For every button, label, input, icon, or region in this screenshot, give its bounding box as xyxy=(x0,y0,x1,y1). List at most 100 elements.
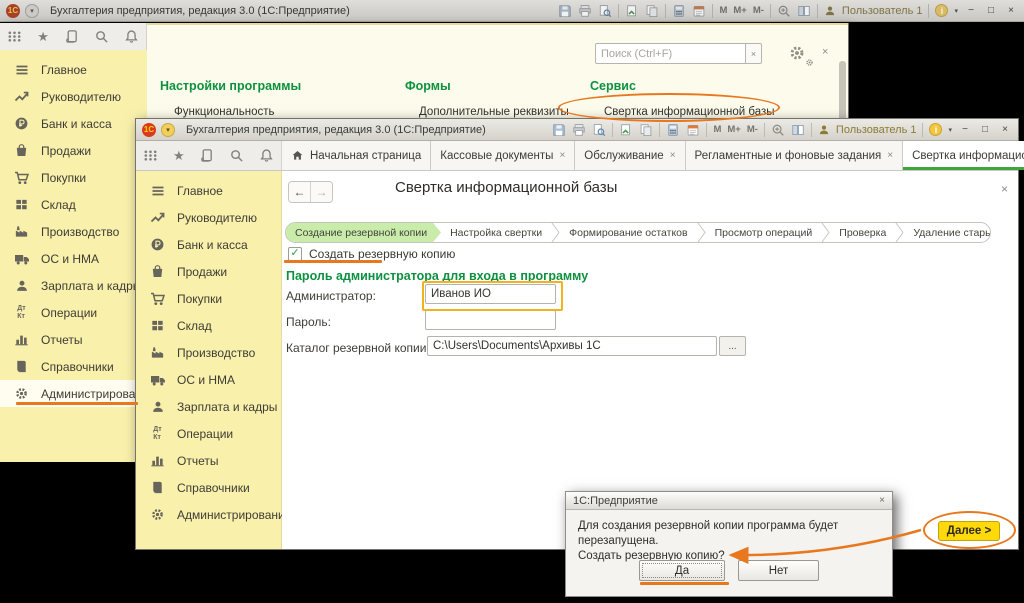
info-icon[interactable]: i xyxy=(929,123,942,136)
print-icon[interactable] xyxy=(572,123,586,137)
tab-database-compression[interactable]: Свертка информационной базы × xyxy=(903,141,1024,170)
no-button[interactable]: Нет xyxy=(738,560,819,581)
sidebar-item-os-i-nma[interactable]: ОС и НМА xyxy=(136,366,281,393)
memory-minus-button[interactable]: M- xyxy=(747,124,758,135)
main-menu-button[interactable]: ▾ xyxy=(161,123,175,137)
calendar-icon[interactable] xyxy=(686,123,700,137)
memory-plus-button[interactable]: M+ xyxy=(727,124,740,135)
page-close-icon[interactable]: × xyxy=(1001,182,1008,196)
search-clear-icon[interactable]: × xyxy=(745,43,762,64)
zoom-icon[interactable] xyxy=(771,123,785,137)
save-icon[interactable] xyxy=(558,4,572,18)
link-database-compression[interactable]: Свертка информационной базы xyxy=(590,106,775,118)
sidebar-item-glavnoe[interactable]: Главное xyxy=(136,177,281,204)
copy-document-icon[interactable] xyxy=(639,123,653,137)
sidebar-item-pokupki[interactable]: Покупки xyxy=(136,285,281,312)
sidebar-item-bank-i-kassa[interactable]: Банк и касса xyxy=(0,110,147,137)
administrator-input[interactable] xyxy=(425,284,556,304)
search-input[interactable] xyxy=(595,43,745,64)
sidebar-item-prodazhi[interactable]: Продажи xyxy=(136,258,281,285)
close-button[interactable]: × xyxy=(998,124,1012,135)
panel-settings-gear-icon[interactable] xyxy=(788,44,814,67)
panel-close-icon[interactable]: × xyxy=(822,46,828,58)
menu-grid-icon[interactable] xyxy=(143,148,158,163)
notifications-icon[interactable] xyxy=(259,148,274,163)
sidebar-item-otchety[interactable]: Отчеты xyxy=(136,447,281,474)
sidebar-item-sklad[interactable]: Склад xyxy=(0,191,147,218)
back-button[interactable]: ← xyxy=(289,182,310,202)
copy-document-icon[interactable] xyxy=(645,4,659,18)
yes-button[interactable]: Да xyxy=(639,560,725,581)
sidebar-item-rukovoditelyu[interactable]: Руководителю xyxy=(0,83,147,110)
minimize-button[interactable]: − xyxy=(958,124,972,135)
backup-checkbox[interactable]: ✓ xyxy=(288,247,302,261)
sidebar-item-os-i-nma[interactable]: ОС и НМА xyxy=(0,245,147,272)
search-icon[interactable] xyxy=(94,29,109,44)
info-icon[interactable]: i xyxy=(935,4,948,17)
print-preview-icon[interactable] xyxy=(592,123,606,137)
memory-plus-button[interactable]: M+ xyxy=(733,5,746,16)
memory-minus-button[interactable]: M- xyxy=(753,5,764,16)
history-icon[interactable] xyxy=(64,29,79,44)
sidebar-item-operacii[interactable]: ДтКтОперации xyxy=(136,420,281,447)
zoom-icon[interactable] xyxy=(777,4,791,18)
sidebar-item-bank-i-kassa[interactable]: Банк и касса xyxy=(136,231,281,258)
history-icon[interactable] xyxy=(199,148,214,163)
notifications-icon[interactable] xyxy=(124,29,139,44)
calculator-icon[interactable] xyxy=(666,123,680,137)
favorites-icon[interactable]: ★ xyxy=(37,30,49,43)
sidebar-item-administrirovanie[interactable]: Администрирование xyxy=(136,501,281,528)
send-document-icon[interactable] xyxy=(625,4,639,18)
tab-close-icon[interactable]: × xyxy=(887,150,893,161)
minimize-button[interactable]: − xyxy=(964,5,978,16)
dialog-close-icon[interactable]: × xyxy=(879,495,885,506)
sidebar-item-zarplata-i-kadry[interactable]: Зарплата и кадры xyxy=(0,272,147,299)
memory-button[interactable]: M xyxy=(713,124,721,135)
tab-cash-documents[interactable]: Кассовые документы × xyxy=(431,141,575,170)
calculator-icon[interactable] xyxy=(672,4,686,18)
browse-button[interactable]: ... xyxy=(719,336,746,356)
split-window-icon[interactable] xyxy=(797,4,811,18)
send-document-icon[interactable] xyxy=(619,123,633,137)
info-dropdown-icon[interactable]: ▾ xyxy=(954,7,958,15)
next-button[interactable]: Далее > xyxy=(938,521,1000,541)
sidebar-item-proizvodstvo[interactable]: Производство xyxy=(136,339,281,366)
sidebar-item-proizvodstvo[interactable]: Производство xyxy=(0,218,147,245)
forward-button[interactable]: → xyxy=(310,182,332,202)
link-additional-attributes[interactable]: Дополнительные реквизиты xyxy=(405,106,569,118)
tab-close-icon[interactable]: × xyxy=(559,150,565,161)
sidebar-item-operacii[interactable]: ДтКтОперации xyxy=(0,299,147,326)
user-button[interactable]: Пользователь 1 xyxy=(836,124,917,136)
sidebar-item-pokupki[interactable]: Покупки xyxy=(0,164,147,191)
close-button[interactable]: × xyxy=(1004,5,1018,16)
sidebar-item-glavnoe[interactable]: Главное xyxy=(0,56,147,83)
sidebar-item-zarplata-i-kadry[interactable]: Зарплата и кадры xyxy=(136,393,281,420)
info-dropdown-icon[interactable]: ▾ xyxy=(948,126,952,134)
sidebar-item-otchety[interactable]: Отчеты xyxy=(0,326,147,353)
sidebar-item-prodazhi[interactable]: Продажи xyxy=(0,137,147,164)
tab-maintenance[interactable]: Обслуживание × xyxy=(575,141,685,170)
sidebar-item-sklad[interactable]: Склад xyxy=(136,312,281,339)
tab-home[interactable]: Начальная страница xyxy=(282,141,431,170)
split-window-icon[interactable] xyxy=(791,123,805,137)
maximize-button[interactable]: □ xyxy=(978,124,992,135)
sidebar-item-spravochniki[interactable]: Справочники xyxy=(0,353,147,380)
backup-folder-input[interactable] xyxy=(427,336,717,356)
sidebar-item-rukovoditelyu[interactable]: Руководителю xyxy=(136,204,281,231)
link-functionality[interactable]: Функциональность xyxy=(160,106,301,118)
memory-button[interactable]: M xyxy=(719,5,727,16)
favorites-icon[interactable]: ★ xyxy=(173,149,185,162)
save-icon[interactable] xyxy=(552,123,566,137)
print-preview-icon[interactable] xyxy=(598,4,612,18)
maximize-button[interactable]: □ xyxy=(984,5,998,16)
sidebar-item-spravochniki[interactable]: Справочники xyxy=(136,474,281,501)
tab-scheduled-jobs[interactable]: Регламентные и фоновые задания × xyxy=(686,141,904,170)
sidebar-item-administrirovanie[interactable]: Администрирование xyxy=(0,380,147,407)
password-input[interactable] xyxy=(425,310,556,330)
user-button[interactable]: Пользователь 1 xyxy=(842,5,923,17)
main-menu-button[interactable]: ▾ xyxy=(25,4,39,18)
calendar-icon[interactable] xyxy=(692,4,706,18)
menu-grid-icon[interactable] xyxy=(7,29,22,44)
search-icon[interactable] xyxy=(229,148,244,163)
print-icon[interactable] xyxy=(578,4,592,18)
